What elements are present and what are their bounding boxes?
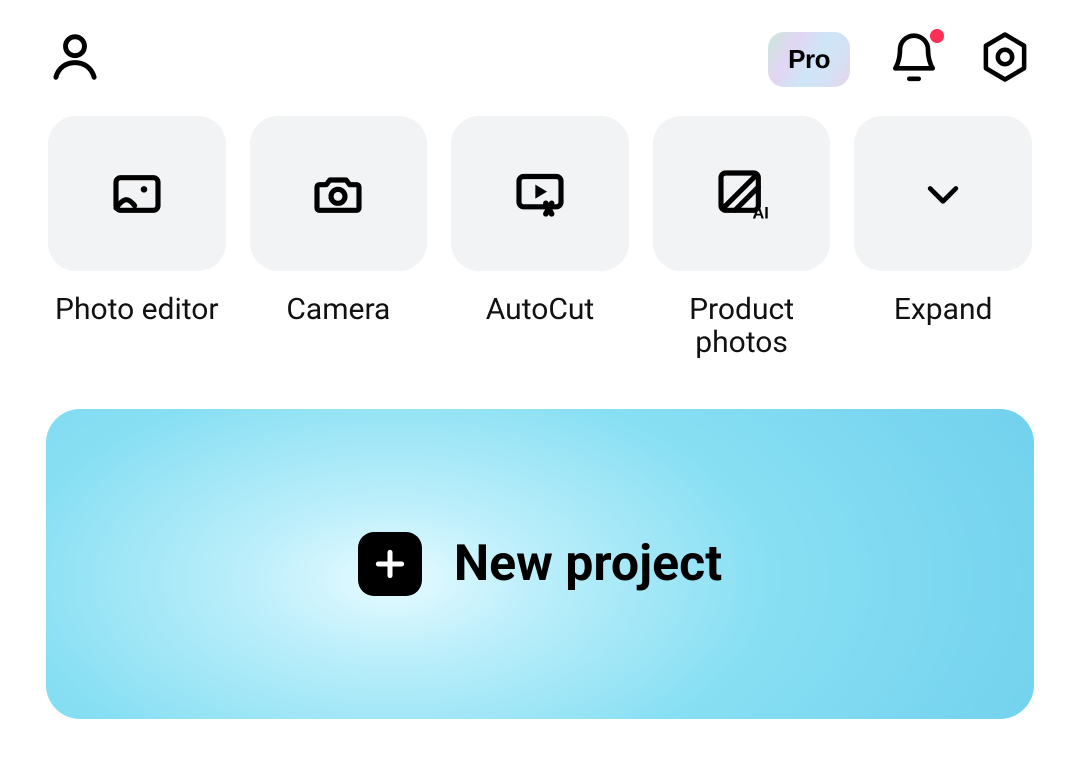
tool-product-photos[interactable]: AI Product photos <box>653 116 831 359</box>
tool-label: Product photos <box>653 293 831 359</box>
product-photos-icon: AI <box>714 166 770 222</box>
tool-label: Expand <box>894 293 993 326</box>
notifications-button[interactable] <box>886 31 942 87</box>
chevron-down-icon <box>921 172 965 216</box>
new-project-label: New project <box>454 535 722 593</box>
person-icon <box>48 30 102 84</box>
tool-label: AutoCut <box>486 293 594 326</box>
autocut-icon <box>512 166 568 222</box>
tool-tile <box>451 116 629 271</box>
pro-badge-label: Pro <box>788 44 830 75</box>
header: Pro <box>0 0 1080 98</box>
camera-icon <box>310 166 366 222</box>
plus-icon <box>358 532 422 596</box>
settings-button[interactable] <box>978 30 1032 88</box>
tool-tile: AI <box>653 116 831 271</box>
svg-text:AI: AI <box>752 204 768 222</box>
tool-autocut[interactable]: AutoCut <box>451 116 629 359</box>
tool-label: Photo editor <box>55 293 219 326</box>
tool-tile <box>48 116 226 271</box>
tools-row: Photo editor Camera AutoCut AI <box>0 98 1080 359</box>
gear-hex-icon <box>978 30 1032 84</box>
tool-camera[interactable]: Camera <box>250 116 428 359</box>
new-project-button[interactable]: New project <box>46 409 1034 719</box>
tool-label: Camera <box>286 293 390 326</box>
profile-button[interactable] <box>48 30 102 88</box>
tool-photo-editor[interactable]: Photo editor <box>48 116 226 359</box>
notification-dot-icon <box>930 29 944 43</box>
pro-badge[interactable]: Pro <box>768 32 850 87</box>
tool-tile <box>250 116 428 271</box>
photo-editor-icon <box>109 166 165 222</box>
tool-tile <box>854 116 1032 271</box>
tool-expand[interactable]: Expand <box>854 116 1032 359</box>
